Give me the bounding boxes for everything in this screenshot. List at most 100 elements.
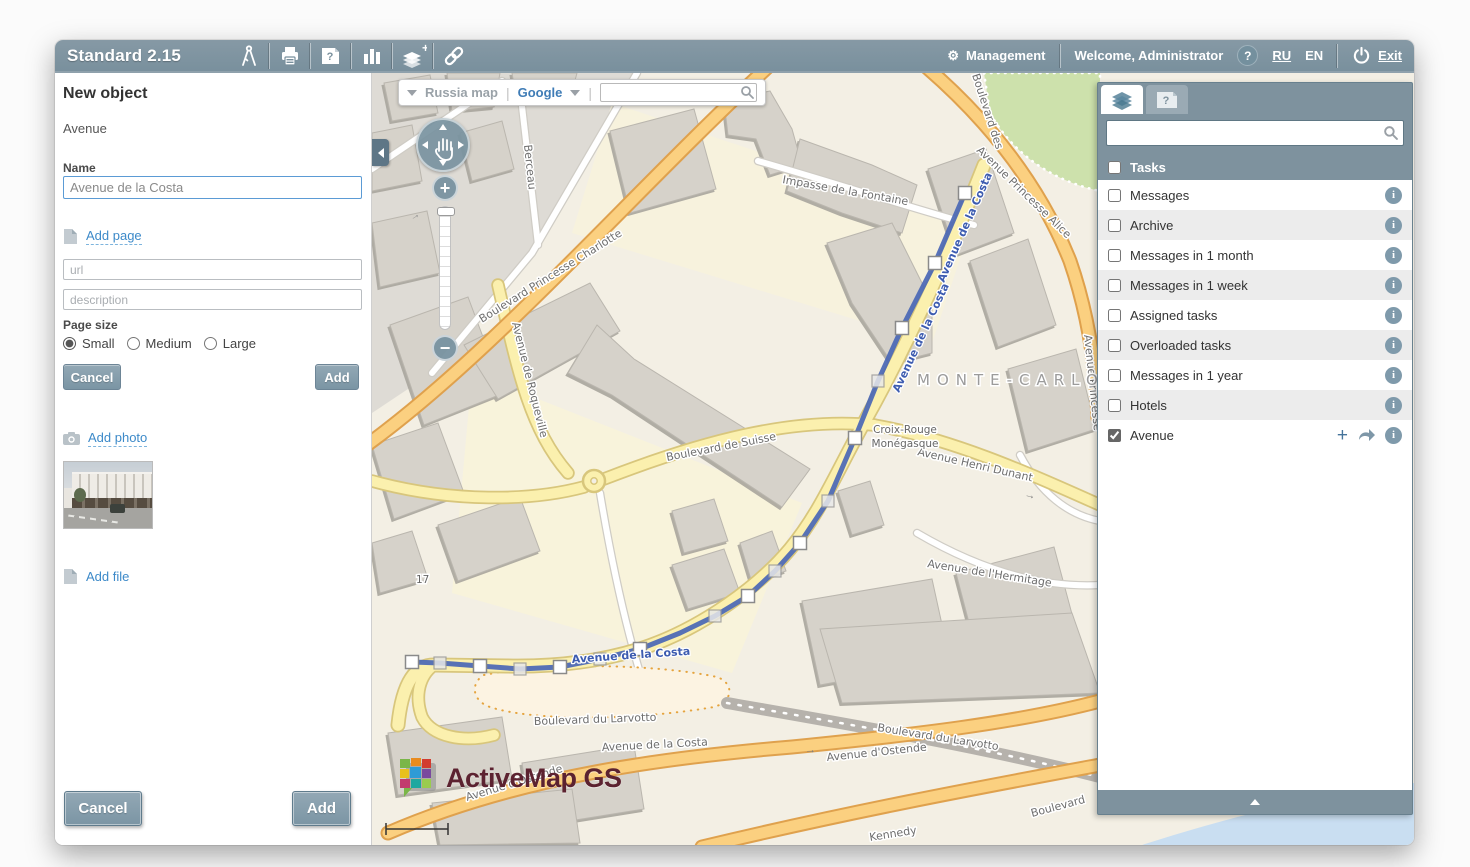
info-icon[interactable]: i [1385,337,1402,354]
basemap-selector[interactable]: Russia map [425,85,498,100]
zoom-slider-handle[interactable] [437,207,455,216]
route-vertex-handle[interactable] [849,432,862,445]
route-midpoint-handle[interactable] [769,565,781,577]
layer-row[interactable]: Archivei [1098,210,1412,240]
add-page-link[interactable]: Add page [86,228,142,245]
print-button[interactable] [270,40,310,71]
layer-row[interactable]: Messagesi [1098,180,1412,210]
chevron-left-icon [378,148,384,158]
exit-button[interactable]: Exit [1352,46,1402,65]
pan-up-arrow[interactable] [439,124,447,130]
add-layer-button[interactable]: + [393,40,433,71]
pan-left-arrow[interactable] [422,141,428,149]
cancel-button[interactable]: Cancel [64,791,142,826]
layer-row-avenue[interactable]: Avenue + i [1098,420,1412,450]
layer-checkbox[interactable] [1108,429,1121,442]
name-input[interactable] [63,176,362,199]
zoom-in-button[interactable]: + [432,175,458,201]
info-icon[interactable]: i [1385,187,1402,204]
layer-checkbox[interactable] [1108,369,1121,382]
tab-layers[interactable] [1101,85,1143,114]
info-icon[interactable]: i [1385,277,1402,294]
route-midpoint-handle[interactable] [872,375,884,387]
layer-checkbox[interactable] [1108,339,1121,352]
route-midpoint-handle[interactable] [709,610,721,622]
info-icon[interactable]: i [1385,247,1402,264]
divider: | [506,85,510,101]
route-midpoint-handle[interactable] [514,663,526,675]
layer-checkbox[interactable] [1108,309,1121,322]
route-vertex-handle[interactable] [959,187,972,200]
add-object-icon[interactable]: + [1337,426,1348,445]
route-vertex-handle[interactable] [794,537,807,550]
tab-tasks-journal[interactable]: ? [1146,85,1188,114]
add-photo-link[interactable]: Add photo [88,430,147,447]
pan-control[interactable] [416,118,470,172]
route-vertex-handle[interactable] [896,322,909,335]
statistics-button[interactable] [352,40,392,71]
page-add-button[interactable]: Add [315,364,359,390]
layer-search-input[interactable] [1106,120,1404,146]
info-icon[interactable]: i [1385,427,1402,444]
map-search [600,83,757,102]
provider-selector[interactable]: Google [518,85,563,100]
topbar-separator [1060,44,1061,68]
management-button[interactable]: ⚙ Management [947,48,1045,64]
layer-row[interactable]: Messages in 1 week i [1098,270,1412,300]
info-icon[interactable]: i [1385,397,1402,414]
pan-right-arrow[interactable] [458,141,464,149]
oneway-arrow: → [805,744,816,756]
redo-arrow-icon[interactable] [1357,428,1376,442]
photo-road [64,508,152,529]
info-icon[interactable]: i [1385,217,1402,234]
size-radio-medium[interactable] [127,337,140,350]
page-cancel-button[interactable]: Cancel [63,364,121,390]
layer-row[interactable]: Messages in 1 monthi [1098,240,1412,270]
info-icon[interactable]: i [1385,307,1402,324]
activemap-logo: ActiveMap GS [398,757,622,799]
layer-row[interactable]: Assigned tasksi [1098,300,1412,330]
description-input[interactable] [63,289,362,310]
svg-text:+: + [422,43,427,55]
panel-title: New object [63,85,361,103]
panel-collapse-button[interactable] [1098,790,1412,814]
provider-dropdown-caret[interactable] [570,90,580,96]
help-book-button[interactable]: ? [311,40,351,71]
add-button[interactable]: Add [292,791,351,826]
layer-checkbox[interactable] [1108,249,1121,262]
map-search-input[interactable] [600,83,757,102]
size-radio-large[interactable] [204,337,217,350]
pan-down-arrow[interactable] [439,160,447,166]
lang-ru-link[interactable]: RU [1272,48,1291,63]
layer-checkbox[interactable] [1108,219,1121,232]
route-midpoint-handle[interactable] [434,657,446,669]
lang-en-label: EN [1305,48,1323,63]
layer-checkbox[interactable] [1108,279,1121,292]
route-vertex-handle[interactable] [406,656,419,669]
url-input[interactable] [63,259,362,280]
info-icon[interactable]: i [1385,367,1402,384]
route-vertex-handle[interactable] [554,661,567,674]
gear-icon: ⚙ [947,48,959,64]
basemap-dropdown-caret[interactable] [407,90,417,96]
layer-row[interactable]: Hotelsi [1098,390,1412,420]
help-badge[interactable]: ? [1237,45,1258,66]
photo-thumbnail[interactable] [63,461,153,529]
layer-row[interactable]: Messages in 1 yeari [1098,360,1412,390]
route-vertex-handle[interactable] [742,590,755,603]
measure-tool-button[interactable] [229,40,269,71]
size-radio-small[interactable] [63,337,76,350]
route-vertex-handle[interactable] [474,660,487,673]
link-button[interactable] [434,40,474,71]
management-label: Management [966,48,1045,63]
layer-row[interactable]: Overloaded tasksi [1098,330,1412,360]
layer-checkbox[interactable] [1108,189,1121,202]
collapse-panel-button[interactable] [372,139,389,166]
layer-label: Messages in 1 week [1130,278,1376,293]
zoom-slider[interactable] [439,206,451,330]
zoom-out-button[interactable]: − [432,335,458,361]
add-file-link[interactable]: Add file [86,569,129,584]
tasks-group-checkbox[interactable] [1108,161,1121,174]
layer-checkbox[interactable] [1108,399,1121,412]
route-midpoint-handle[interactable] [822,495,834,507]
